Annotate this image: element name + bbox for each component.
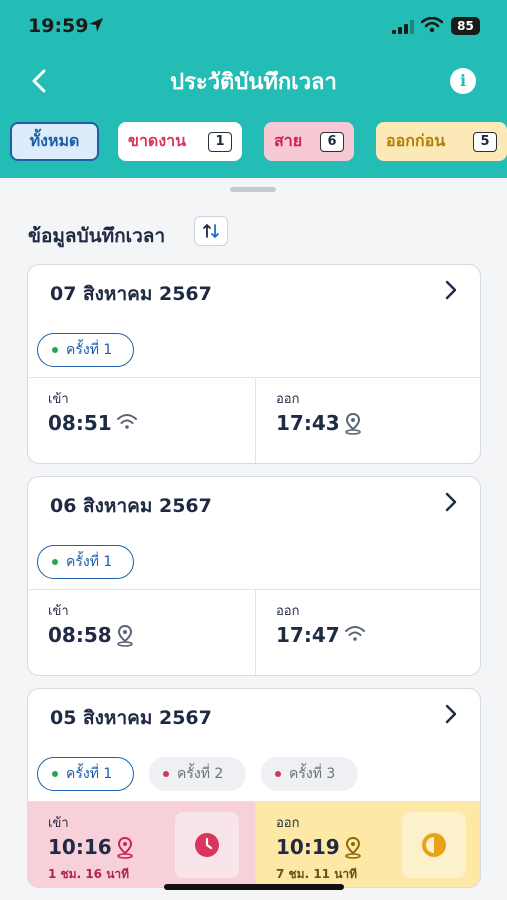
section-title: ข้อมูลบันทึกเวลา bbox=[28, 225, 166, 247]
chevron-right-icon[interactable] bbox=[444, 491, 458, 517]
filter-absent-count: 1 bbox=[208, 131, 232, 152]
check-out: ออก 17:47 bbox=[255, 590, 480, 675]
round-tab[interactable]: ครั้งที่ 1 bbox=[37, 545, 134, 579]
record-date: 07 สิงหาคม 2567 bbox=[50, 283, 212, 305]
check-in: เข้า 08:58 bbox=[28, 590, 255, 675]
filter-leave-early[interactable]: ออกก่อน 5 bbox=[376, 122, 507, 161]
filter-leave-early-label: ออกก่อน bbox=[386, 131, 446, 150]
info-icon[interactable]: i bbox=[450, 68, 476, 94]
round-label: ครั้งที่ 2 bbox=[177, 766, 224, 782]
half-clock-icon bbox=[422, 833, 446, 857]
location-arrow-icon bbox=[88, 17, 104, 37]
home-indicator[interactable] bbox=[164, 884, 344, 890]
wifi-icon bbox=[344, 625, 366, 647]
filter-all[interactable]: ทั้งหมด bbox=[10, 122, 99, 161]
round-label: ครั้งที่ 3 bbox=[289, 766, 336, 782]
record-date: 05 สิงหาคม 2567 bbox=[50, 707, 212, 729]
header: 19:59 85 ประวัติบันทึกเวลา i ทั้งหมด ขาด… bbox=[0, 0, 507, 178]
location-pin-icon bbox=[116, 624, 134, 651]
record-card[interactable]: 07 สิงหาคม 2567 ครั้งที่ 1 เข้า 08:51 ออ… bbox=[27, 264, 481, 464]
status-bar: 19:59 85 bbox=[0, 0, 507, 52]
filter-absent[interactable]: ขาดงาน 1 bbox=[118, 122, 242, 161]
record-date: 06 สิงหาคม 2567 bbox=[50, 495, 212, 517]
location-pin-icon bbox=[344, 836, 362, 863]
filter-absent-label: ขาดงาน bbox=[128, 131, 187, 150]
time-row: เข้า 08:58 ออก 17:47 bbox=[28, 589, 480, 675]
check-out-time: 17:47 bbox=[276, 623, 340, 647]
filter-late-label: สาย bbox=[274, 131, 303, 150]
round-label: ครั้งที่ 1 bbox=[66, 342, 113, 358]
page-title: ประวัติบันทึกเวลา bbox=[170, 70, 337, 95]
clock-icon bbox=[195, 833, 219, 857]
status-dot bbox=[52, 347, 58, 353]
round-label: ครั้งที่ 1 bbox=[66, 766, 113, 782]
filter-late[interactable]: สาย 6 bbox=[264, 122, 354, 161]
check-in-label: เข้า bbox=[48, 604, 69, 619]
check-out-label: ออก bbox=[276, 604, 300, 619]
check-out: ออก 17:43 bbox=[255, 378, 480, 463]
check-out-time: 17:43 bbox=[276, 411, 340, 435]
location-pin-icon bbox=[116, 836, 134, 863]
check-in-time: 10:16 bbox=[48, 835, 112, 859]
round-tab[interactable]: ครั้งที่ 2 bbox=[149, 757, 246, 791]
filter-late-count: 6 bbox=[320, 131, 344, 152]
chevron-right-icon[interactable] bbox=[444, 703, 458, 729]
records-sheet: ข้อมูลบันทึกเวลา 07 สิงหาคม 2567 ครั้งที… bbox=[0, 178, 507, 900]
status-dot bbox=[275, 771, 281, 777]
filter-all-label: ทั้งหมด bbox=[29, 131, 80, 150]
round-tab[interactable]: ครั้งที่ 1 bbox=[37, 333, 134, 367]
check-in-label: เข้า bbox=[48, 392, 69, 407]
nav-bar: ประวัติบันทึกเวลา i bbox=[0, 56, 507, 106]
early-leave-status bbox=[402, 812, 466, 878]
check-in: เข้า 08:51 bbox=[28, 378, 255, 463]
late-duration: 1 ชม. 16 นาที bbox=[48, 867, 130, 881]
time-row: เข้า 08:51 ออก 17:43 bbox=[28, 377, 480, 463]
round-label: ครั้งที่ 1 bbox=[66, 554, 113, 570]
late-status bbox=[175, 812, 239, 878]
check-in-time: 08:51 bbox=[48, 411, 112, 435]
round-tab[interactable]: ครั้งที่ 3 bbox=[261, 757, 358, 791]
status-time: 19:59 bbox=[28, 15, 89, 37]
early-leave-duration: 7 ชม. 11 นาที bbox=[276, 867, 358, 881]
sort-button[interactable] bbox=[194, 216, 228, 246]
check-out-time: 10:19 bbox=[276, 835, 340, 859]
wifi-icon bbox=[116, 413, 138, 435]
check-out-label: ออก bbox=[276, 816, 300, 831]
status-dot bbox=[52, 771, 58, 777]
record-card[interactable]: 06 สิงหาคม 2567 ครั้งที่ 1 เข้า 08:58 ออ… bbox=[27, 476, 481, 676]
status-dot bbox=[52, 559, 58, 565]
status-dot bbox=[163, 771, 169, 777]
location-pin-icon bbox=[344, 412, 362, 439]
sort-icon bbox=[203, 224, 219, 238]
round-tab[interactable]: ครั้งที่ 1 bbox=[37, 757, 134, 791]
check-in: เข้า 10:16 1 ชม. 16 นาที bbox=[28, 802, 255, 887]
chevron-right-icon[interactable] bbox=[444, 279, 458, 305]
battery-level: 85 bbox=[451, 17, 480, 35]
check-out-label: ออก bbox=[276, 392, 300, 407]
check-in-time: 08:58 bbox=[48, 623, 112, 647]
check-out: ออก 10:19 7 ชม. 11 นาที bbox=[255, 802, 480, 887]
record-card[interactable]: 05 สิงหาคม 2567 ครั้งที่ 1 ครั้งที่ 2 คร… bbox=[27, 688, 481, 888]
check-in-label: เข้า bbox=[48, 816, 69, 831]
time-row: เข้า 10:16 1 ชม. 16 นาที ออก 10:19 7 ชม.… bbox=[28, 801, 480, 887]
sheet-grabber[interactable] bbox=[230, 187, 276, 192]
filter-chips: ทั้งหมด ขาดงาน 1 สาย 6 ออกก่อน 5 bbox=[0, 122, 507, 162]
filter-leave-early-count: 5 bbox=[473, 131, 497, 152]
wifi-status-icon bbox=[420, 16, 444, 37]
cellular-signal-icon bbox=[392, 19, 414, 38]
